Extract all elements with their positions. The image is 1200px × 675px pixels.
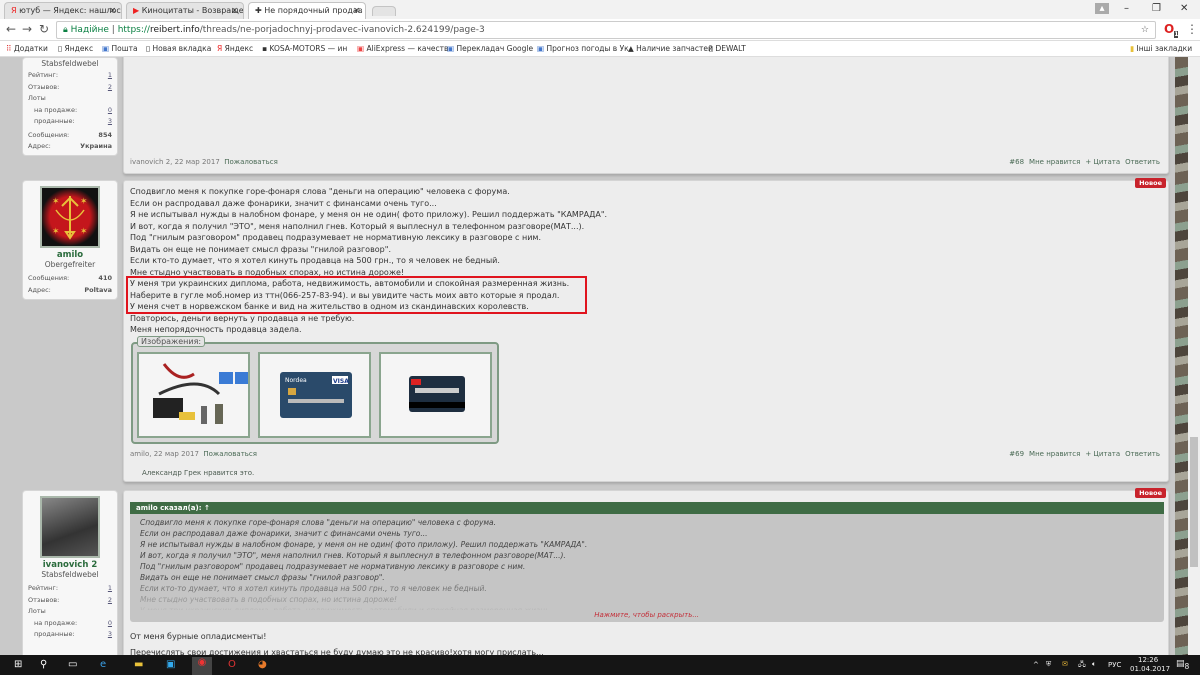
tray-chevron-icon[interactable]: ^ (1033, 661, 1039, 669)
close-window-button[interactable]: ✕ (1180, 3, 1188, 14)
clock-time[interactable]: 12:26 (1138, 656, 1158, 664)
svg-text:✶: ✶ (52, 227, 60, 237)
page-content: Stabsfeldwebel Рейтинг: 1 Отзывов: 2 Лоты … (0, 57, 1188, 655)
task-view-icon[interactable]: ▭ (68, 659, 77, 670)
user-card: Stabsfeldwebel Рейтинг: 1 Отзывов: 2 Лоты … (22, 57, 118, 156)
like-link[interactable]: Мне нравится (1029, 450, 1080, 458)
bookmark[interactable]: Я Яндекс (217, 44, 253, 53)
post-number[interactable]: #68 (1009, 158, 1024, 166)
user-card: ✶ ✶ ✶ ✶ amilo Obergefreiter Сообщения: 410 А… (22, 180, 118, 300)
bookmarks-bar: ⠿ Додатки ▯ Яндекс ▣ Пошта ▯ Новая вклад… (0, 41, 1200, 57)
close-icon[interactable]: ✕ (231, 6, 238, 15)
bookmark[interactable]: ▣ Прогноз погоды в Ук (537, 44, 629, 53)
network-icon[interactable]: 🖧︎ (1078, 660, 1086, 671)
scrollbar[interactable] (1188, 57, 1200, 655)
defender-icon[interactable]: ⛨ (1046, 660, 1051, 669)
image-card-back[interactable] (379, 352, 492, 438)
bookmark[interactable]: ▯ Яндекс (58, 44, 93, 53)
post-68: ivanovich 2, 22 мар 2017 Пожаловаться #6… (123, 57, 1169, 174)
user-card: ivanovich 2 Stabsfeldwebel Рейтинг: 1 Отз… (22, 490, 118, 655)
clock-date[interactable]: 01.04.2017 (1130, 665, 1170, 673)
post-number[interactable]: #69 (1009, 450, 1024, 458)
username-link[interactable]: amilo (28, 250, 112, 260)
image-headlamps[interactable] (137, 352, 250, 438)
bookmark[interactable]: ▪ KOSA-MOTORS — ин (262, 44, 347, 53)
avatar[interactable] (40, 496, 100, 558)
svg-text:✶: ✶ (52, 197, 60, 207)
svg-text:✶: ✶ (80, 197, 88, 207)
bookmark[interactable]: ▯ Новая вкладка (146, 44, 211, 53)
opera-extension-icon[interactable]: O1 (1164, 22, 1179, 39)
post-70: Новое amilo сказал(а): ↑ Сподвигло меня … (123, 488, 1169, 655)
reload-icon[interactable]: ↻ (39, 22, 49, 36)
windows-start-icon[interactable]: ⊞ (14, 659, 22, 670)
svg-text:Nordea: Nordea (285, 377, 307, 384)
new-badge: Новое (1135, 178, 1166, 188)
yandex-icon: Я (11, 6, 20, 15)
new-badge: Новое (1135, 488, 1166, 498)
bookmark[interactable]: ▣ Перекладач Google (447, 44, 533, 53)
report-link[interactable]: Пожаловаться (203, 450, 257, 458)
firefox-icon[interactable]: ◕ (258, 659, 267, 670)
chrome-icon[interactable]: ◉ (192, 657, 212, 675)
tab-yandex[interactable]: Я ютуб — Яндекс: нашлос ✕ (4, 2, 122, 19)
reply-link[interactable]: Ответить (1125, 450, 1160, 458)
quote-link[interactable]: + Цитата (1085, 158, 1120, 166)
quote-block: amilo сказал(а): ↑ Сподвигло меня к поку… (130, 502, 1164, 622)
close-icon[interactable]: ✕ (109, 6, 116, 15)
bookmark[interactable]: ▲ Наличие запчастей : (628, 44, 718, 53)
maximize-button[interactable]: ❐ (1152, 3, 1161, 14)
forward-icon[interactable]: → (22, 22, 32, 36)
close-icon[interactable]: ✕ (353, 6, 360, 15)
tab-strip: Я ютуб — Яндекс: нашлос ✕ ▶ Киноцитаты - … (0, 0, 1200, 19)
opera-icon[interactable]: O (228, 659, 236, 670)
lock-icon: 🔒︎ (63, 25, 71, 35)
avatar[interactable]: ✶ ✶ ✶ ✶ (40, 186, 100, 248)
bookmark[interactable]: ▯ DEWALT (709, 44, 746, 53)
user-title: Stabsfeldwebel (41, 59, 99, 68)
menu-icon[interactable]: ⋮ (1186, 22, 1198, 36)
image-gallery: Изображения: Nordea VISA (131, 336, 499, 444)
other-bookmarks[interactable]: ▮ Інші закладки (1130, 44, 1192, 53)
post-meta: ivanovich 2, 22 мар 2017 Пожаловаться (130, 158, 278, 166)
language-indicator[interactable]: РУС (1108, 661, 1121, 669)
background-camo (1175, 57, 1188, 655)
username-link[interactable]: ivanovich 2 (28, 560, 112, 570)
search-icon[interactable]: ⚲ (40, 659, 47, 670)
edge-icon[interactable]: e (100, 659, 106, 670)
star-icon[interactable]: ☆ (1141, 25, 1149, 35)
file-explorer-icon[interactable]: ▬ (134, 659, 143, 670)
store-icon[interactable]: ▣ (166, 659, 175, 670)
report-link[interactable]: Пожаловаться (224, 158, 278, 166)
quote-author-link[interactable]: amilo сказал(а): ↑ (130, 502, 1164, 514)
tab-active[interactable]: ✚ Не порядочный продав ✕ (248, 2, 366, 19)
bookmark-apps[interactable]: ⠿ Додатки (6, 44, 48, 53)
youtube-icon: ▶ (133, 6, 142, 15)
tab-youtube[interactable]: ▶ Киноцитаты - Возвраще ✕ (126, 2, 244, 19)
bookmark[interactable]: ▣ Пошта (102, 44, 138, 53)
url-input[interactable]: 🔒︎ Надійне | https://reibert.info/thread… (56, 21, 1156, 39)
site-icon: ✚ (255, 6, 265, 15)
notifications-icon[interactable]: ▤8 (1176, 659, 1189, 671)
reply-link[interactable]: Ответить (1125, 158, 1160, 166)
image-visa-card[interactable]: Nordea VISA (258, 352, 371, 438)
quote-link[interactable]: + Цитата (1085, 450, 1120, 458)
expand-quote-link[interactable]: Нажмите, чтобы раскрыть... (594, 611, 699, 619)
like-link[interactable]: Мне нравится (1029, 158, 1080, 166)
volume-icon[interactable]: 🔈︎ (1092, 660, 1096, 669)
bookmark[interactable]: ▣ AliExpress — качеств (357, 44, 448, 53)
svg-text:✶: ✶ (80, 227, 88, 237)
new-tab-button[interactable] (372, 6, 396, 16)
svg-text:VISA: VISA (333, 378, 349, 385)
scrollbar-thumb[interactable] (1190, 437, 1198, 567)
likes-summary: Александр Грек нравится это. (142, 469, 255, 477)
highlight-box (126, 276, 587, 314)
back-icon[interactable]: ← (6, 22, 16, 36)
minimize-button[interactable]: – (1124, 3, 1129, 14)
mail-icon[interactable]: ✉ (1062, 660, 1068, 668)
address-bar-row: ← → ↻ 🔒︎ Надійне | https://reibert.info/… (0, 19, 1200, 41)
profile-icon[interactable]: ▴ (1095, 3, 1109, 14)
taskbar: ⊞ ⚲ ▭ e ▬ ▣ ◉ O ◕ ^ ⛨ ✉ 🖧︎ 🔈︎ РУС 12:26 … (0, 655, 1200, 675)
